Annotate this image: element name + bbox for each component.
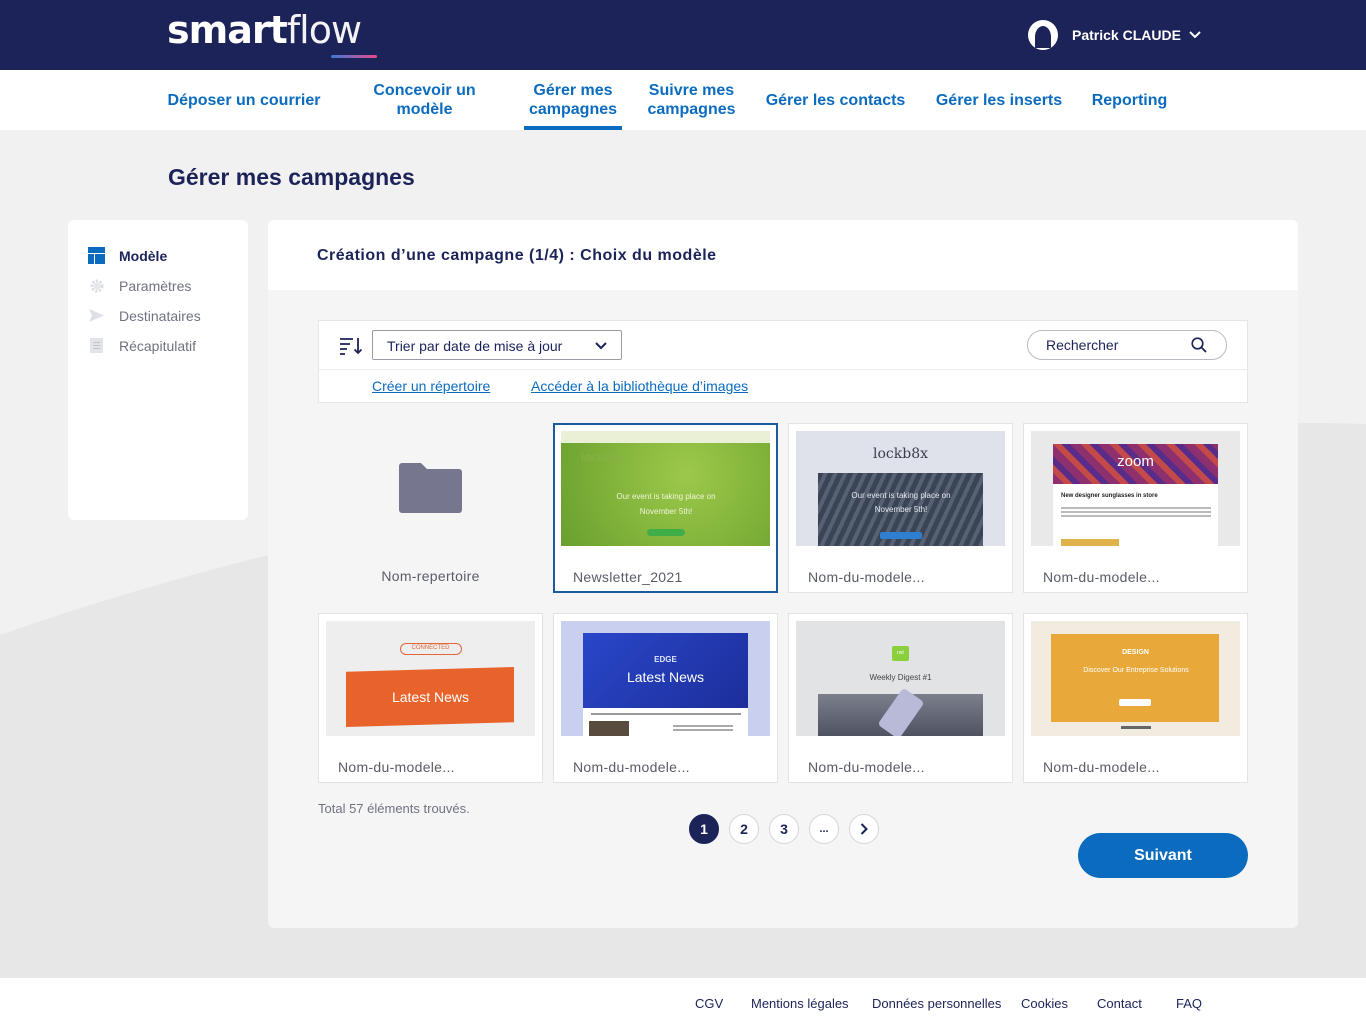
chevron-down-icon	[595, 342, 607, 350]
footer-link-faq[interactable]: FAQ	[1176, 996, 1202, 1011]
template-card[interactable]: nxt Weekly Digest #1 Nom-du-modele...	[788, 613, 1013, 783]
template-thumbnail: nxt Weekly Digest #1	[796, 621, 1005, 736]
folder-icon	[399, 463, 462, 513]
search-icon[interactable]	[1191, 337, 1207, 353]
template-card[interactable]: DESIGN Discover Our Entreprise Solutions…	[1023, 613, 1248, 783]
card-name: Nom-du-modele...	[1043, 569, 1160, 585]
nav-concevoir-modele[interactable]: Concevoir un modèle	[360, 70, 489, 130]
nav-suivre-campagnes[interactable]: Suivre mes campagnes	[641, 70, 742, 130]
panel-title: Création d’une campagne (1/4) : Choix du…	[317, 247, 717, 264]
step-recapitulatif[interactable]: Récapitulatif	[88, 337, 196, 354]
chevron-down-icon	[1189, 31, 1201, 39]
page-ellipsis-button[interactable]: ...	[809, 814, 839, 844]
next-button[interactable]: Suivant	[1078, 833, 1248, 878]
template-thumbnail: DESIGN Discover Our Entreprise Solutions	[1031, 621, 1240, 736]
steps-sidebar: Modèle Paramètres Destinataires Récapitu…	[68, 220, 248, 520]
main-nav: Déposer un courrier Concevoir un modèle …	[0, 70, 1366, 130]
template-card[interactable]: lockb8x Our event is taking place on Nov…	[788, 423, 1013, 593]
campaign-panel: Création d’une campagne (1/4) : Choix du…	[268, 220, 1298, 928]
template-toolbar: Trier par date de mise à jour Créer un r…	[318, 320, 1248, 403]
template-thumbnail: CONNECTED Latest News	[326, 621, 535, 736]
nav-gerer-inserts[interactable]: Gérer les inserts	[930, 70, 1068, 130]
step-parametres[interactable]: Paramètres	[88, 277, 191, 294]
logo-accent	[331, 55, 377, 58]
step-destinataires[interactable]: Destinataires	[88, 307, 201, 324]
panel-header: Création d’une campagne (1/4) : Choix du…	[268, 220, 1298, 290]
template-thumbnail: lockb8x Our event is taking place on Nov…	[561, 431, 770, 546]
footer-link-cgv[interactable]: CGV	[695, 996, 723, 1011]
card-name: Nom-du-modele...	[573, 759, 690, 775]
footer-link-cookies[interactable]: Cookies	[1021, 996, 1068, 1011]
card-name: Nom-du-modele...	[808, 759, 925, 775]
template-card[interactable]: lockb8x Our event is taking place on Nov…	[553, 423, 778, 593]
page-1-button[interactable]: 1	[689, 814, 719, 844]
template-thumbnail: zoom New designer sunglasses in store	[1031, 431, 1240, 546]
card-name: Nom-du-modele...	[1043, 759, 1160, 775]
card-name: Nom-du-modele...	[808, 569, 925, 585]
template-card[interactable]: CONNECTED Latest News Nom-du-modele...	[318, 613, 543, 783]
card-name: Nom-repertoire	[381, 568, 480, 584]
folder-card[interactable]: Nom-repertoire	[318, 423, 543, 593]
chevron-right-icon	[860, 823, 868, 835]
template-thumbnail: lockb8x Our event is taking place on Nov…	[796, 431, 1005, 546]
footer-link-contact[interactable]: Contact	[1097, 996, 1142, 1011]
next-page-button[interactable]	[849, 814, 879, 844]
create-folder-link[interactable]: Créer un répertoire	[372, 378, 490, 394]
card-name: Nom-du-modele...	[338, 759, 455, 775]
template-thumbnail: EDGE Latest News	[561, 621, 770, 736]
document-icon	[88, 337, 105, 354]
page-3-button[interactable]: 3	[769, 814, 799, 844]
nav-gerer-campagnes[interactable]: Gérer mes campagnes	[524, 70, 622, 130]
sort-icon[interactable]	[339, 337, 363, 355]
page-title: Gérer mes campagnes	[168, 164, 415, 190]
nav-reporting[interactable]: Reporting	[1086, 70, 1173, 130]
sort-select[interactable]: Trier par date de mise à jour	[372, 330, 622, 360]
toolbar-divider	[319, 369, 1247, 370]
card-name: Newsletter_2021	[573, 569, 683, 585]
nav-gerer-contacts[interactable]: Gérer les contacts	[758, 70, 913, 130]
footer-link-mentions[interactable]: Mentions légales	[751, 996, 849, 1011]
layout-icon	[88, 247, 105, 264]
footer-link-donnees[interactable]: Données personnelles	[872, 996, 1001, 1011]
top-bar: smartflow Patrick CLAUDE	[0, 0, 1366, 70]
user-name: Patrick CLAUDE	[1072, 27, 1181, 43]
send-icon	[88, 307, 105, 324]
template-card[interactable]: zoom New designer sunglasses in store No…	[1023, 423, 1248, 593]
page-2-button[interactable]: 2	[729, 814, 759, 844]
step-modele[interactable]: Modèle	[88, 247, 167, 264]
smartflow-logo[interactable]: smartflow	[167, 8, 362, 52]
user-menu[interactable]: Patrick CLAUDE	[1028, 20, 1201, 50]
total-count: Total 57 éléments trouvés.	[318, 801, 470, 816]
footer: CGV Mentions légales Données personnelle…	[0, 978, 1366, 1028]
nav-deposer-courrier[interactable]: Déposer un courrier	[160, 70, 328, 130]
image-library-link[interactable]: Accéder à la bibliothèque d’images	[531, 378, 748, 394]
template-card[interactable]: EDGE Latest News Nom-du-modele...	[553, 613, 778, 783]
avatar	[1028, 20, 1058, 50]
gear-icon	[88, 277, 105, 294]
